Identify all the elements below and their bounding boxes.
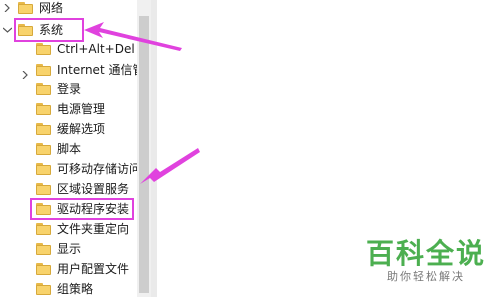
- tree-item-label: 用户配置文件: [57, 262, 130, 276]
- tree-item-label: 显示: [57, 242, 82, 256]
- tree-scrollbar-thumb[interactable]: [139, 16, 149, 293]
- folder-icon: [18, 2, 33, 14]
- tree-item-user-profiles[interactable]: 用户配置文件: [36, 259, 129, 279]
- watermark-subtitle: 助你轻松解决: [386, 270, 465, 283]
- tree-item-label: 组策略: [57, 282, 94, 296]
- folder-icon: [36, 283, 51, 295]
- folder-icon: [36, 83, 51, 95]
- tree-item-label: 脚本: [57, 142, 82, 156]
- folder-icon: [36, 123, 51, 135]
- chevron-right-icon[interactable]: [2, 3, 12, 13]
- tree-item-internet-comm[interactable]: Internet 通信管: [20, 60, 137, 80]
- folder-tree: 网络 系统 Ctrl+Alt+Del Internet 通信管 登录 电源管理 …: [0, 0, 137, 297]
- tree-item-scripts[interactable]: 脚本: [36, 139, 81, 159]
- chevron-down-icon[interactable]: [2, 25, 12, 35]
- tree-item-locale-services[interactable]: 区域设置服务: [36, 179, 129, 199]
- folder-icon: [36, 243, 51, 255]
- tree-item-label: Ctrl+Alt+Del: [57, 42, 135, 56]
- folder-icon: [36, 143, 51, 155]
- watermark: 百科全说 助你轻松解决: [366, 239, 486, 285]
- highlight-box-system: [14, 18, 84, 42]
- folder-icon: [36, 64, 51, 76]
- watermark-title: 百科全说: [365, 237, 486, 270]
- tree-item-label: 区域设置服务: [57, 182, 130, 196]
- tree-item-network[interactable]: 网络: [0, 0, 63, 18]
- tree-item-label: 电源管理: [57, 102, 106, 116]
- tree-item-folder-redirection[interactable]: 文件夹重定向: [36, 219, 129, 239]
- highlight-box-driver-installation: [30, 198, 134, 220]
- tree-item-removable-storage[interactable]: 可移动存储访问: [36, 159, 137, 179]
- folder-icon: [36, 103, 51, 115]
- folder-icon: [36, 163, 51, 175]
- folder-icon: [36, 43, 51, 55]
- tree-item-group-policy[interactable]: 组策略: [36, 279, 93, 297]
- tree-item-power[interactable]: 电源管理: [36, 99, 105, 119]
- tree-item-logon[interactable]: 登录: [36, 79, 81, 99]
- chevron-right-icon[interactable]: [20, 70, 30, 80]
- tree-item-label: 可移动存储访问: [57, 162, 137, 176]
- folder-icon: [36, 263, 51, 275]
- tree-item-label: 网络: [39, 1, 64, 15]
- folder-icon: [36, 183, 51, 195]
- tree-item-label: 缓解选项: [57, 122, 106, 136]
- tree-item-label: Internet 通信管: [57, 63, 137, 77]
- tree-item-label: 文件夹重定向: [57, 222, 130, 236]
- tree-item-display[interactable]: 显示: [36, 239, 81, 259]
- tree-item-ctrl-alt-del[interactable]: Ctrl+Alt+Del: [36, 39, 135, 59]
- folder-icon: [36, 223, 51, 235]
- tree-item-label: 登录: [57, 82, 82, 96]
- tree-item-mitigation[interactable]: 缓解选项: [36, 119, 105, 139]
